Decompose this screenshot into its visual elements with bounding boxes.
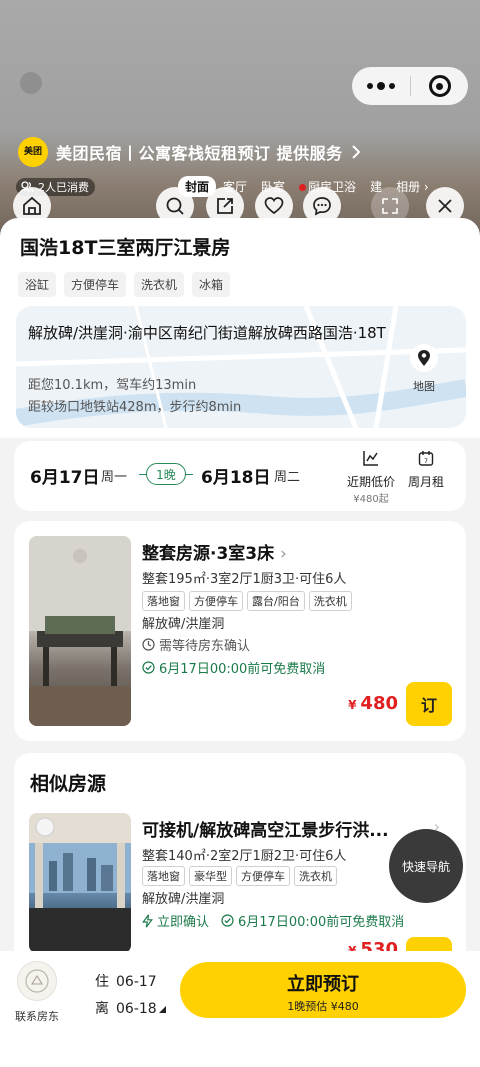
checkout-row: 离 06-18 <box>95 996 166 1023</box>
stay-dates[interactable]: 住 06-17 离 06-18 <box>95 969 166 1023</box>
nights-badge: 1晚 <box>146 463 186 485</box>
weekly-rent-label: 周月租 <box>407 475 444 489</box>
amenity-tag: 方便停车 <box>64 272 127 297</box>
checkout-value: 06-18 <box>116 1001 157 1017</box>
brand-link[interactable]: 美团 美团民宿丨公寓客栈短租预订 提供服务 <box>18 137 361 167</box>
room-photo[interactable] <box>29 536 131 726</box>
checkout-prefix: 离 <box>95 1001 109 1017</box>
similar-feature-tags: 落地窗 豪华型 方便停车 洗衣机 <box>142 866 337 886</box>
lightning-icon <box>142 913 153 928</box>
book-room-button[interactable]: 订 <box>406 682 452 726</box>
location-pin-icon <box>418 350 430 366</box>
similar-heading: 相似房源 <box>30 773 107 795</box>
feature-tag: 方便停车 <box>236 866 290 886</box>
calendar-icon: 7 <box>418 451 434 466</box>
book-now-estimate: 1晚预估 ¥480 <box>287 1000 359 1013</box>
feature-tag: 洗衣机 <box>308 591 352 611</box>
amenity-tag: 洗衣机 <box>134 272 185 297</box>
similar-policy: 立即确认 6月17日00:00前可免费取消 <box>142 911 404 930</box>
amenity-tag: 冰箱 <box>192 272 231 297</box>
feature-tag: 落地窗 <box>142 866 185 886</box>
listing-title: 国浩18T三室两厅江景房 <box>20 237 231 259</box>
cancel-policy: 6月17日00:00前可免费取消 <box>142 658 325 677</box>
check-circle-icon <box>221 914 234 927</box>
date-selector[interactable]: 6月17日 周一 1晚 6月18日 周二 近期低价 ¥480起 7 周月租 <box>14 441 466 511</box>
nights-connector <box>185 474 193 475</box>
chevron-right-icon <box>351 145 360 159</box>
confirm-status: 需等待房东确认 <box>142 635 250 654</box>
similar-title[interactable]: 可接机/解放碑高空江景步行洪... <box>142 816 427 841</box>
confirm-text: 需等待房东确认 <box>159 639 251 654</box>
room-title-text: 整套房源·3室3床 <box>142 544 275 564</box>
more-icon[interactable] <box>352 81 410 90</box>
drive-distance: 距您10.1km，驾车约13min <box>28 378 197 393</box>
metro-distance: 距较场口地铁站428m，步行约8min <box>28 400 242 415</box>
instant-confirm-text: 立即确认 <box>157 915 210 930</box>
share-icon <box>217 198 233 214</box>
low-price-value: ¥480起 <box>353 494 389 505</box>
similar-cancel-text: 6月17日00:00前可免费取消 <box>238 915 405 930</box>
heart-icon <box>264 197 284 215</box>
room-title[interactable]: 整套房源·3室3床 › <box>142 539 287 564</box>
chevron-right-icon: › <box>280 544 287 564</box>
brand-title: 美团民宿丨公寓客栈短租预订 提供服务 <box>56 144 343 163</box>
clock-icon <box>142 638 155 651</box>
feature-tag: 豪华型 <box>189 866 232 886</box>
host-avatar-emblem <box>25 969 49 993</box>
room-feature-tags: 落地窗 方便停车 露台/阳台 洗衣机 <box>142 591 352 611</box>
meituan-logo: 美团 <box>18 137 48 167</box>
book-now-button[interactable]: 立即预订 1晚预估 ¥480 <box>180 962 466 1018</box>
checkin-row: 住 06-17 <box>95 969 166 996</box>
svg-text:7: 7 <box>424 458 428 465</box>
similar-area: 解放碑/洪崖洞 <box>142 892 225 907</box>
amenity-tag: 浴缸 <box>18 272 57 297</box>
corner-triangle-icon <box>158 1006 166 1013</box>
checkin-prefix: 住 <box>95 974 109 990</box>
price-trend-icon <box>363 451 378 466</box>
currency-symbol: ¥ <box>348 698 357 712</box>
room-spec: 整套195㎡·3室2厅1厨3卫·可住6人 <box>142 572 347 587</box>
feature-tag: 洗衣机 <box>294 866 337 886</box>
checkin-value: 06-17 <box>116 974 157 990</box>
bottom-action-bar: 联系房东 住 06-17 离 06-18 立即预订 1晚预估 ¥480 <box>0 951 480 1067</box>
miniprogram-capsule <box>352 67 468 105</box>
address-text: 解放碑/洪崖洞·渝中区南纪门街道解放碑西路国浩·18T <box>28 324 386 342</box>
low-price-label: 近期低价 <box>346 475 395 489</box>
contact-host-button[interactable]: 联系房东 <box>12 961 62 1024</box>
feature-tag: 落地窗 <box>142 591 185 611</box>
close-icon <box>438 199 452 213</box>
book-now-label: 立即预订 <box>287 974 359 995</box>
room-price: ¥480 <box>348 693 398 714</box>
weekly-rent-button[interactable]: 7 周月租 <box>406 450 446 490</box>
similar-spec: 整套140㎡·2室2厅1厨2卫·可住6人 <box>142 849 347 864</box>
home-icon <box>23 196 41 215</box>
expand-icon <box>382 198 398 214</box>
feature-tag: 方便停车 <box>189 591 243 611</box>
close-miniprogram-icon[interactable] <box>411 75 468 97</box>
recent-low-price-button[interactable]: 近期低价 ¥480起 <box>346 450 396 505</box>
room-card[interactable]: 整套房源·3室3床 › 整套195㎡·3室2厅1厨3卫·可住6人 落地窗 方便停… <box>14 521 466 741</box>
price-value: 480 <box>360 693 398 714</box>
checkin-weekday: 周一 <box>101 470 128 485</box>
checkout-weekday: 周二 <box>274 470 301 485</box>
map-label: 地图 <box>413 380 435 393</box>
similar-photo[interactable] <box>29 813 131 953</box>
checkout-date[interactable]: 6月18日 <box>201 463 271 488</box>
room-area: 解放碑/洪崖洞 <box>142 617 225 632</box>
back-icon[interactable] <box>20 72 42 94</box>
quick-nav-button[interactable]: 快速导航 <box>389 829 463 903</box>
amenity-tags: 浴缸 方便停车 洗衣机 冰箱 <box>18 272 231 297</box>
feature-tag: 露台/阳台 <box>247 591 305 611</box>
host-avatar <box>17 961 57 1001</box>
chat-icon <box>313 197 331 216</box>
contact-host-label: 联系房东 <box>15 1010 59 1023</box>
search-icon <box>166 197 184 215</box>
notification-dot <box>299 184 307 191</box>
cancel-text: 6月17日00:00前可免费取消 <box>159 662 326 677</box>
check-circle-icon <box>142 661 155 674</box>
map-button[interactable]: 地图 <box>404 344 444 394</box>
address-card[interactable]: 解放碑/洪崖洞·渝中区南纪门街道解放碑西路国浩·18T 距您10.1km，驾车约… <box>16 306 466 428</box>
checkin-date[interactable]: 6月17日 <box>30 463 100 488</box>
